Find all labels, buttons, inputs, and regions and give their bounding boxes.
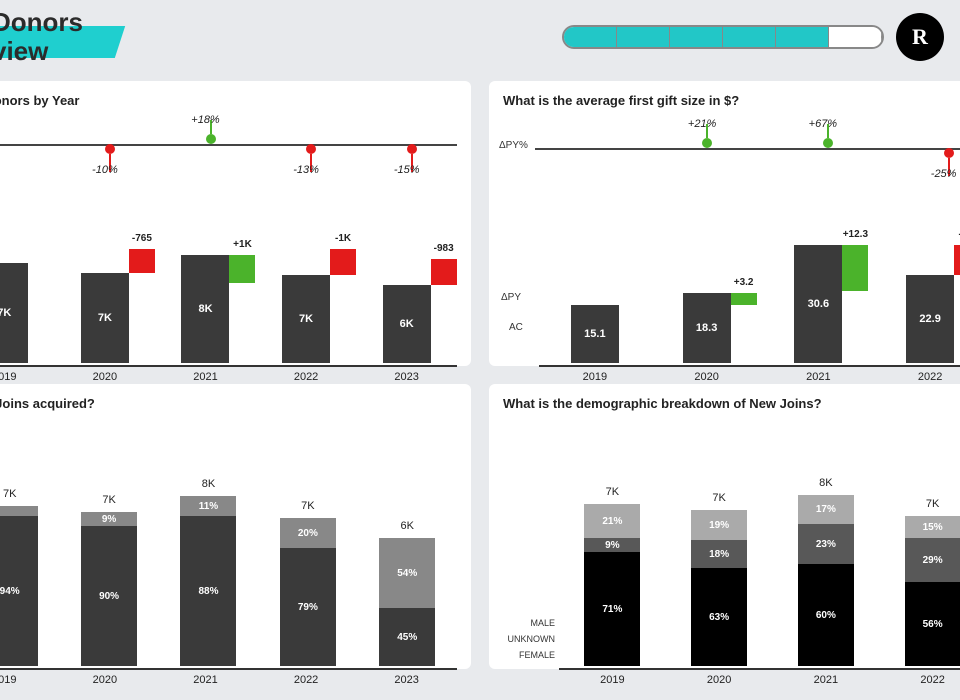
year-range-slider[interactable]: 201920202021202220232024 — [562, 25, 884, 49]
card-new-donors: New Donors by Year 7K 7K-765 8K+1K 7K-1K 6K-… — [0, 81, 471, 366]
page-title: Donors view — [0, 8, 83, 65]
stack-bar-2023: 45%54% — [379, 538, 435, 666]
bar-2019: 15.1 — [571, 305, 619, 363]
delta-bar-2022: -7.7 — [954, 245, 960, 275]
card-title: New Donors by Year — [0, 93, 457, 108]
pct-label-2022: -25% — [931, 168, 957, 180]
x-tick: 2020 — [67, 371, 143, 383]
charts-grid: New Donors by Year 7K 7K-765 8K+1K 7K-1K 6K-… — [0, 81, 960, 669]
axis-label-dpy-pct: ΔPY% — [499, 140, 528, 151]
delta-bar-2021: +12.3 — [842, 245, 868, 291]
x-tick: 2022 — [892, 371, 960, 383]
card-new-joins-acquired: e New Joins acquired? 7K94%7K90%9%8K88%1… — [0, 384, 471, 669]
stack-bar-2019: 94% — [0, 506, 38, 666]
bar-2021: 30.6+12.3 — [794, 245, 842, 363]
bar-2022: 7K-1K — [282, 275, 330, 363]
dashboard-header: Donors view 201920202021202220232024 R — [0, 0, 960, 81]
x-tick: 2022 — [268, 371, 344, 383]
x-tick: 2020 — [669, 371, 745, 383]
legend-unknown: UNKNOWN — [504, 632, 560, 646]
bar-2023: 6K-983 — [383, 285, 431, 363]
pct-label-2020: +21% — [688, 118, 716, 130]
x-tick: 2019 — [557, 371, 633, 383]
year-segment-2019[interactable]: 2019 — [564, 27, 617, 47]
stack-bar-2019: 71%9%21% — [584, 504, 640, 666]
x-tick: 2021 — [167, 371, 243, 383]
title-block: Donors view — [0, 8, 83, 65]
axis-label-ac: AC — [509, 322, 523, 333]
year-segment-2024[interactable]: 2024 — [829, 27, 882, 47]
chart-new-donors: 7K 7K-765 8K+1K 7K-1K 6K-983 2019 2020 2021 202… — [0, 118, 457, 383]
delta-bar-2023: -983 — [431, 259, 457, 285]
bar-2020: 7K-765 — [81, 273, 129, 363]
x-tick: 2019 — [0, 371, 42, 383]
stack-bar-2022: 56%29%15% — [905, 516, 960, 666]
chart-demographic: MALEUNKNOWNFEMALE 7K71%9%21%7K63%18%19%8… — [503, 421, 960, 686]
stack-bar-2022: 79%20% — [280, 518, 336, 666]
x-tick: 2021 — [780, 371, 856, 383]
brand-logo: R — [896, 13, 944, 61]
legend-female: FEMALE — [515, 648, 559, 662]
bar-2020: 18.3+3.2 — [683, 293, 731, 363]
chart-avg-first-gift: ΔPY% ΔPY AC 15.118.3+3.230.6+12.322.9-7.… — [503, 118, 960, 383]
pct-label-2022: -13% — [293, 164, 319, 176]
pct-label-2023: -15% — [394, 164, 420, 176]
x-tick: 2023 — [369, 371, 445, 383]
year-segment-2021[interactable]: 2021 — [670, 27, 723, 47]
card-avg-first-gift: What is the average first gift size in $… — [489, 81, 960, 366]
legend-male: MALE — [526, 616, 559, 630]
card-title: What is the demographic breakdown of New… — [503, 396, 960, 411]
stack-bar-2021: 60%23%17% — [798, 495, 854, 666]
bar-2021: 8K+1K — [181, 255, 229, 363]
pct-label-2021: +18% — [191, 114, 219, 126]
delta-bar-2020: -765 — [129, 249, 155, 273]
card-title: What is the average first gift size in $… — [503, 93, 960, 108]
stack-bar-2020: 90%9% — [81, 512, 137, 666]
axis-label-dpy: ΔPY — [501, 292, 521, 303]
year-segment-2023[interactable]: 2023 — [776, 27, 829, 47]
delta-bar-2021: +1K — [229, 255, 255, 283]
stack-bar-2020: 63%18%19% — [691, 510, 747, 666]
legend: MALE UNKNOWN FEMALE — [503, 616, 559, 662]
delta-bar-2020: +3.2 — [731, 293, 757, 305]
pct-label-2021: +67% — [809, 118, 837, 130]
bar-2019: 7K — [0, 263, 28, 363]
year-segment-2022[interactable]: 2022 — [723, 27, 776, 47]
stack-bar-2021: 88%11% — [180, 496, 236, 666]
bar-2022: 22.9-7.7 — [906, 275, 954, 363]
year-segment-2020[interactable]: 2020 — [617, 27, 670, 47]
chart-new-joins-acquired: 7K94%7K90%9%8K88%11%7K79%20%6K45%54% 201… — [0, 421, 457, 686]
delta-bar-2022: -1K — [330, 249, 356, 275]
card-title: e New Joins acquired? — [0, 396, 457, 411]
pct-label-2020: -10% — [92, 164, 118, 176]
card-demographic: What is the demographic breakdown of New… — [489, 384, 960, 669]
